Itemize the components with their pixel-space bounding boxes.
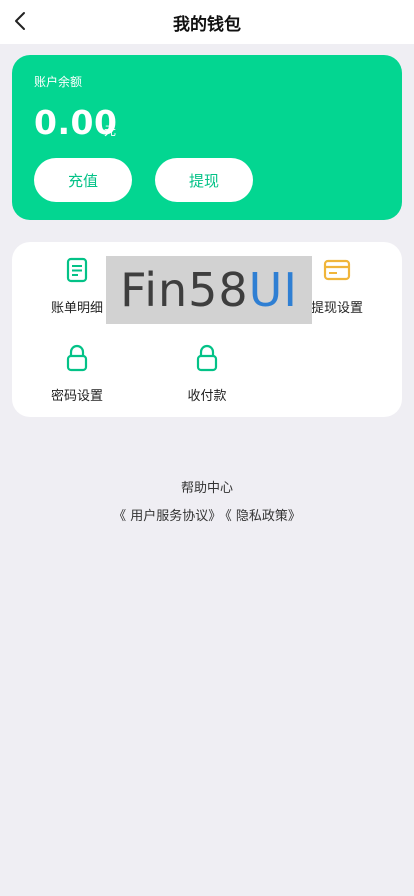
policy-links: 《 用户服务协议》《 隐私政策》 [0,505,414,524]
watermark-text: Fin58 [120,263,249,317]
page-title: 我的钱包 [173,15,241,35]
bill-icon [66,257,88,283]
watermark-text-accent: UI [248,263,298,317]
privacy-policy-link[interactable]: 《 隐私政策》 [225,509,301,524]
nav-bar: 我的钱包 [0,0,414,44]
help-center-link[interactable]: 帮助中心 [0,477,414,496]
balance-card: 账户余额 0.00 元 充值 提现 [12,55,402,220]
balance-unit: 元 [104,124,117,138]
withdraw-button[interactable]: 提现 [155,158,253,202]
menu-item-label: 收付款 [187,389,227,404]
card-icon [323,259,351,281]
watermark-logo: Fin58 UI [106,256,312,324]
menu-item-password-settings[interactable]: 密码设置 [22,332,132,404]
recharge-button[interactable]: 充值 [34,158,132,202]
user-agreement-link[interactable]: 《 用户服务协议》 [113,509,221,524]
balance-label: 账户余额 [34,75,83,89]
menu-item-receive-pay[interactable]: 收付款 [152,332,262,404]
menu-item-label: 密码设置 [50,389,103,404]
lock-icon [196,344,218,372]
lock-icon [66,344,88,372]
